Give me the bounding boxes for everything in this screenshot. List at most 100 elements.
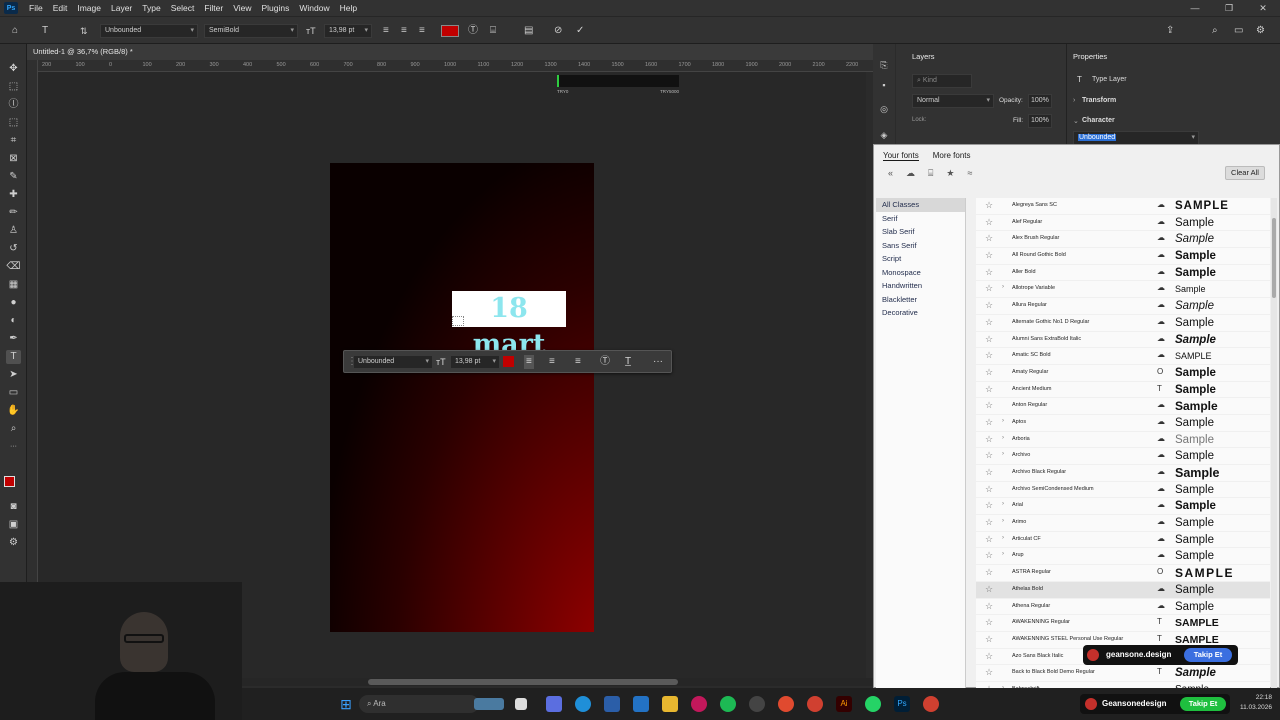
star-icon[interactable]: ☆ bbox=[985, 467, 993, 478]
star-icon[interactable]: ☆ bbox=[985, 434, 993, 445]
font-class-item[interactable]: Blackletter bbox=[876, 293, 965, 307]
cancel-icon[interactable]: ⊘ bbox=[554, 24, 562, 38]
float-color-swatch[interactable] bbox=[503, 356, 514, 367]
font-list-row[interactable]: ☆ Alef Regular ☁ Sample bbox=[976, 215, 1270, 232]
object-select-icon[interactable]: ⬚ bbox=[6, 116, 21, 130]
clear-all-button[interactable]: Clear All bbox=[1225, 166, 1265, 180]
comments-icon[interactable]: ▪ bbox=[878, 80, 890, 92]
taskbar-follow-button[interactable]: Takip Et bbox=[1180, 697, 1226, 711]
illustrator-icon[interactable]: Ai bbox=[836, 696, 852, 712]
font-list-row[interactable]: ☆ › Archivo ☁ Sample bbox=[976, 448, 1270, 465]
star-icon[interactable]: ☆ bbox=[985, 400, 993, 411]
app-icon-2[interactable] bbox=[691, 696, 707, 712]
font-class-item[interactable]: Handwritten bbox=[876, 279, 965, 293]
chevron-right-icon[interactable]: › bbox=[1002, 535, 1004, 541]
font-list-row[interactable]: ☆ Allura Regular ☁ Sample bbox=[976, 298, 1270, 315]
star-icon[interactable]: ☆ bbox=[985, 617, 993, 628]
star-icon[interactable]: ☆ bbox=[985, 233, 993, 244]
star-icon[interactable]: ☆ bbox=[985, 450, 993, 461]
healing-brush-icon[interactable]: ✚ bbox=[6, 188, 21, 202]
3d-icon[interactable]: ▤ bbox=[524, 24, 533, 38]
align-right-icon[interactable]: ≡ bbox=[575, 355, 581, 369]
photoshop-taskbar-icon[interactable]: Ps bbox=[894, 696, 910, 712]
document-tab[interactable]: Untitled-1 @ 36,7% (RGB/8) * bbox=[27, 44, 873, 60]
font-list-row[interactable]: ☆ ASTRA Regular O SAMPLE bbox=[976, 565, 1270, 582]
gear-icon[interactable]: ⚙ bbox=[1256, 24, 1265, 38]
frame-tool-icon[interactable]: ⊠ bbox=[6, 152, 21, 166]
align-center-icon[interactable]: ≡ bbox=[549, 355, 555, 369]
menu-plugins[interactable]: Plugins bbox=[256, 3, 294, 13]
layer-filter-select[interactable]: ⌕ Kind bbox=[912, 74, 972, 88]
zoom-tool-icon[interactable]: ⌕ bbox=[6, 422, 21, 436]
chrome-icon[interactable] bbox=[778, 696, 794, 712]
font-class-item[interactable]: Decorative bbox=[876, 306, 965, 320]
font-class-item[interactable]: Slab Serif bbox=[876, 225, 965, 239]
maximize-icon[interactable]: ❐ bbox=[1212, 0, 1246, 16]
chevron-right-icon[interactable]: › bbox=[1002, 435, 1004, 441]
character-section[interactable]: Character bbox=[1082, 117, 1115, 124]
star-icon[interactable]: ☆ bbox=[985, 300, 993, 311]
star-icon[interactable]: ☆ bbox=[985, 317, 993, 328]
eyedropper-icon[interactable]: ✎ bbox=[6, 170, 21, 184]
float-font-family-select[interactable]: Unbounded ▾ bbox=[353, 355, 433, 369]
font-class-item[interactable]: Script bbox=[876, 252, 965, 266]
blend-mode-select[interactable]: Normal ▾ bbox=[912, 94, 994, 108]
star-icon[interactable]: ☆ bbox=[985, 667, 993, 678]
menu-layer[interactable]: Layer bbox=[106, 3, 137, 13]
font-list-row[interactable]: ☆ › Aptos ☁ Sample bbox=[976, 415, 1270, 432]
star-icon[interactable]: ☆ bbox=[985, 500, 993, 511]
menu-view[interactable]: View bbox=[228, 3, 256, 13]
close-icon[interactable]: ✕ bbox=[1246, 0, 1280, 16]
align-left-icon[interactable]: ≡ bbox=[383, 24, 389, 38]
text-layer-18-mart[interactable]: 18 mart bbox=[452, 291, 566, 360]
font-class-item[interactable]: Serif bbox=[876, 212, 965, 226]
font-list-row[interactable]: ☆ Amatic SC Bold ☁ SAMPLE bbox=[976, 348, 1270, 365]
app-icon-3[interactable] bbox=[749, 696, 765, 712]
warp-text-icon[interactable]: Ⓣ bbox=[468, 24, 478, 38]
menu-window[interactable]: Window bbox=[294, 3, 334, 13]
chevron-right-icon[interactable]: › bbox=[1002, 518, 1004, 524]
layers-panel-title[interactable]: Layers bbox=[912, 52, 935, 61]
star-icon[interactable]: ☆ bbox=[985, 367, 993, 378]
adjustments-icon[interactable]: ◎ bbox=[878, 104, 890, 116]
text-options-icon[interactable]: T̲ bbox=[625, 355, 631, 369]
star-icon[interactable]: ☆ bbox=[985, 584, 993, 595]
scrollbar-thumb[interactable] bbox=[368, 679, 678, 685]
history-icon[interactable]: ⎘ bbox=[878, 60, 890, 72]
file-explorer-icon[interactable] bbox=[662, 696, 678, 712]
minimize-icon[interactable]: — bbox=[1178, 0, 1212, 16]
artboard[interactable] bbox=[330, 163, 594, 632]
stamp-tool-icon[interactable]: ♙ bbox=[6, 224, 21, 238]
rectangle-tool-icon[interactable]: ▭ bbox=[6, 386, 21, 400]
screen-mode-icon[interactable]: ▣ bbox=[6, 518, 21, 532]
star-icon[interactable]: ☆ bbox=[985, 601, 993, 612]
similar-fonts-icon[interactable]: ≈ bbox=[968, 168, 973, 179]
eraser-tool-icon[interactable]: ⌫ bbox=[6, 260, 21, 274]
align-center-icon[interactable]: ≡ bbox=[401, 24, 407, 38]
align-right-icon[interactable]: ≡ bbox=[419, 24, 425, 38]
star-icon[interactable]: ☆ bbox=[985, 417, 993, 428]
chevron-right-icon[interactable]: › bbox=[1002, 551, 1004, 557]
star-icon[interactable]: ☆ bbox=[985, 267, 993, 278]
lasso-tool-icon[interactable]: ⓛ bbox=[6, 98, 21, 112]
font-class-item[interactable]: Sans Serif bbox=[876, 239, 965, 253]
home-icon[interactable]: ⌂ bbox=[12, 24, 18, 38]
fill-field[interactable]: 100% bbox=[1028, 114, 1052, 128]
font-family-select[interactable]: Unbounded ▾ bbox=[100, 24, 198, 38]
hand-tool-icon[interactable]: ✋ bbox=[6, 404, 21, 418]
menu-select[interactable]: Select bbox=[166, 3, 200, 13]
menu-file[interactable]: File bbox=[24, 3, 48, 13]
font-list-row[interactable]: ☆ Alumni Sans ExtraBold Italic ☁ Sample bbox=[976, 332, 1270, 349]
float-font-size-field[interactable]: 13,98 pt ▾ bbox=[450, 355, 500, 369]
cloud-icon[interactable]: ☁ bbox=[906, 168, 915, 179]
menu-help[interactable]: Help bbox=[335, 3, 362, 13]
font-list-row[interactable]: ☆ › Articulat CF ☁ Sample bbox=[976, 532, 1270, 549]
font-list-row[interactable]: ☆ › Arial ☁ Sample bbox=[976, 498, 1270, 516]
font-size-field[interactable]: 13,98 pt ▾ bbox=[324, 24, 372, 38]
crop-tool-icon[interactable]: ⌗ bbox=[6, 134, 21, 148]
taskbar-search[interactable]: ⌕ Ara bbox=[359, 695, 479, 713]
star-icon[interactable]: ☆ bbox=[985, 484, 993, 495]
font-list-row[interactable]: ☆ Alegreya Sans SC ☁ SAMPLE bbox=[976, 198, 1270, 215]
gradient-tool-icon[interactable]: ▦ bbox=[6, 278, 21, 292]
text-orientation-icon[interactable]: ⇅ bbox=[80, 24, 88, 38]
